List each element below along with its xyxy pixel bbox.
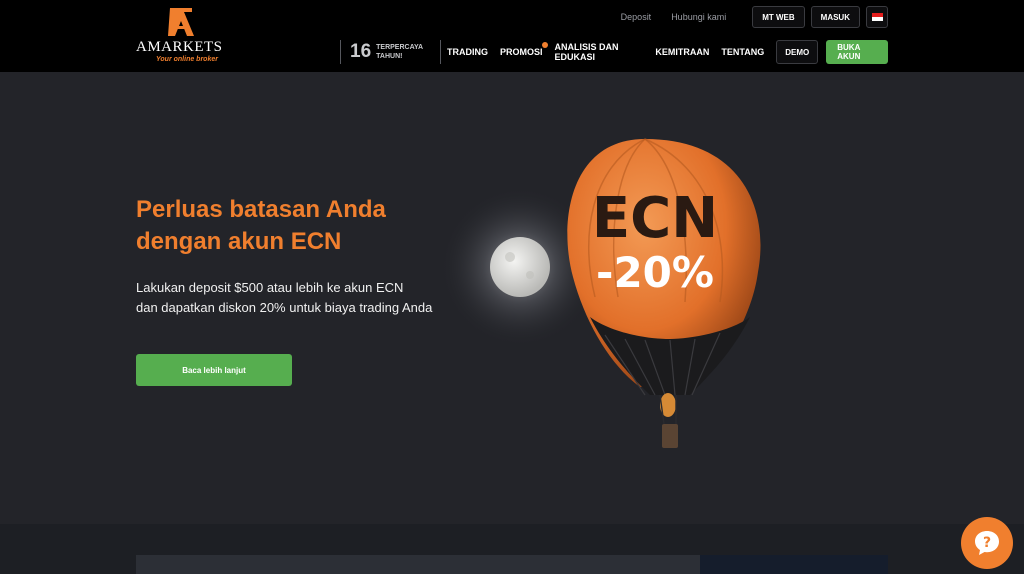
mt-web-button[interactable]: MT WEB [752,6,805,28]
years-label: TERPERCAYA TAHUN! [376,44,423,60]
balloon-ecn-text: ECN [592,186,718,251]
nav-kemitraan[interactable]: KEMITRAAN [655,47,709,57]
balloon-discount-text: -20% [596,248,714,297]
hero-desc-line2: dan dapatkan diskon 20% untuk biaya trad… [136,300,433,315]
hero-description: Lakukan deposit $500 atau lebih ke akun … [136,278,476,318]
hero-banner: Perluas batasan Anda dengan akun ECN Lak… [0,72,1024,524]
hero-title-line2: dengan akun ECN [136,228,342,255]
logo-wordmark: AMARKETS [136,39,223,55]
hero-title: Perluas batasan Anda dengan akun ECN [136,194,436,258]
nav-tentang[interactable]: TENTANG [721,47,764,57]
top-links: Deposit Hubungi kami MT WEB MASUK [621,5,888,29]
notification-dot [542,42,549,48]
contact-link[interactable]: Hubungi kami [671,12,726,22]
nav-trading[interactable]: TRADING [447,47,488,57]
info-card-accent [700,555,888,574]
nav-analisis[interactable]: ANALISIS DAN EDUKASI [554,42,643,62]
ecn-balloon-illustration: ECN -20% [440,138,761,448]
question-chat-icon: ? [975,531,999,555]
main-nav: 16 TERPERCAYA TAHUN! TRADING PROMOSI ANA… [340,40,888,64]
nav-promosi[interactable]: PROMOSI [499,42,549,57]
hero-desc-line1: Lakukan deposit $500 atau lebih ke akun … [136,280,404,295]
deposit-link[interactable]: Deposit [621,12,652,22]
demo-button[interactable]: DEMO [776,40,819,64]
open-account-button[interactable]: BUKA AKUN [826,40,888,64]
language-button[interactable] [866,6,888,28]
amarkets-logo[interactable]: AMARKETS Your online broker [136,6,232,64]
help-chat-button[interactable]: ? [961,517,1013,569]
bottom-section [0,524,1024,574]
nav-promosi-label: PROMOSI [499,47,543,57]
years-badge: 16 TERPERCAYA TAHUN! [340,40,436,64]
svg-text:?: ? [983,535,991,551]
read-more-button[interactable]: Baca lebih lanjut [136,354,292,386]
logo-a-icon [168,8,194,36]
years-number: 16 [350,41,372,62]
login-button[interactable]: MASUK [810,6,860,28]
moon-icon [490,237,550,297]
logo-tagline: Your online broker [156,56,218,63]
balloon-basket [662,424,678,448]
site-header: AMARKETS Your online broker Deposit Hubu… [0,0,1024,72]
nav-divider [440,40,441,64]
hero-title-line1: Perluas batasan Anda [136,196,386,223]
indonesia-flag-icon [871,13,883,21]
